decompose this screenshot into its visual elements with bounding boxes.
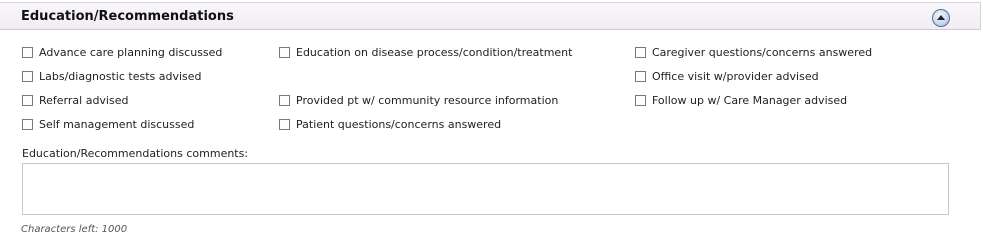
checkbox-label: Caregiver questions/concerns answered (652, 46, 873, 59)
section-title: Education/Recommendations (21, 9, 234, 24)
checkbox-box[interactable] (279, 95, 290, 106)
section-header: Education/Recommendations (0, 2, 981, 30)
checkbox-box[interactable] (635, 95, 646, 106)
characters-left-counter: Characters left: 1000 (21, 224, 128, 235)
checkbox-label: Patient questions/concerns answered (296, 118, 502, 131)
checkbox-referral[interactable]: Referral advised (22, 94, 128, 107)
comments-textarea[interactable] (22, 163, 949, 215)
checkbox-box[interactable] (279, 47, 290, 58)
checkbox-box[interactable] (22, 71, 33, 82)
checkbox-label: Provided pt w/ community resource inform… (296, 94, 559, 107)
checkbox-box[interactable] (22, 47, 33, 58)
checkbox-office-visit[interactable]: Office visit w/provider advised (635, 70, 819, 83)
checkbox-label: Education on disease process/condition/t… (296, 46, 573, 59)
comments-label: Education/Recommendations comments: (22, 147, 249, 160)
checkbox-label: Self management discussed (39, 118, 195, 131)
checkbox-advance-care-planning[interactable]: Advance care planning discussed (22, 46, 222, 59)
checkbox-box[interactable] (22, 95, 33, 106)
checkbox-community-resource[interactable]: Provided pt w/ community resource inform… (279, 94, 558, 107)
checkbox-label: Follow up w/ Care Manager advised (652, 94, 848, 107)
checkbox-label: Referral advised (39, 94, 129, 107)
checkbox-patient-questions[interactable]: Patient questions/concerns answered (279, 118, 501, 131)
checkbox-box[interactable] (635, 71, 646, 82)
collapse-section-button[interactable] (932, 9, 950, 27)
checkbox-caregiver-questions[interactable]: Caregiver questions/concerns answered (635, 46, 872, 59)
checkbox-label: Advance care planning discussed (39, 46, 223, 59)
chevron-up-icon (937, 15, 945, 20)
checkbox-self-management[interactable]: Self management discussed (22, 118, 194, 131)
checkbox-label: Office visit w/provider advised (652, 70, 819, 83)
checkbox-box[interactable] (22, 119, 33, 130)
checkbox-follow-up-care-manager[interactable]: Follow up w/ Care Manager advised (635, 94, 847, 107)
checkbox-labs-diagnostic-tests[interactable]: Labs/diagnostic tests advised (22, 70, 202, 83)
checkbox-box[interactable] (279, 119, 290, 130)
checkbox-box[interactable] (635, 47, 646, 58)
checkbox-education-disease-process[interactable]: Education on disease process/condition/t… (279, 46, 572, 59)
checkbox-label: Labs/diagnostic tests advised (39, 70, 202, 83)
